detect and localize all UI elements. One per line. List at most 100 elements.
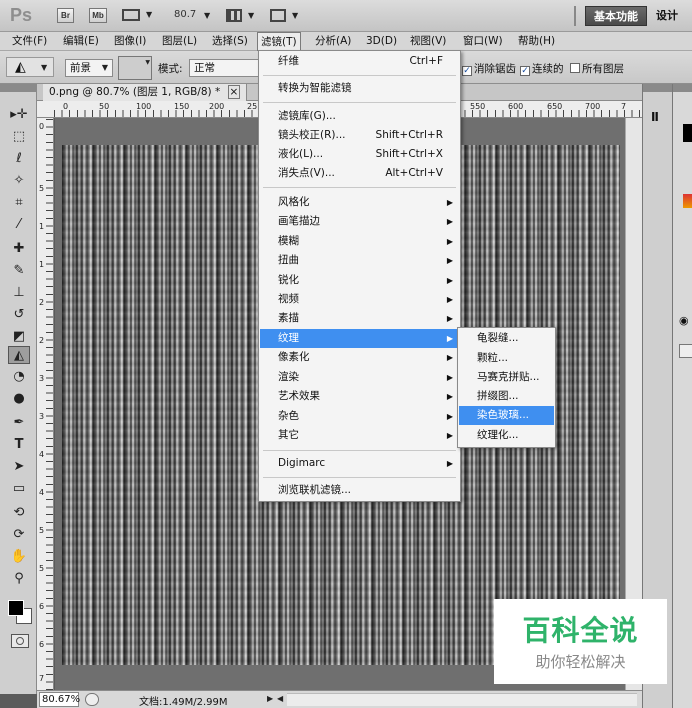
chevron-down-icon[interactable]: ▼ [204,11,210,20]
menu-item-render[interactable]: 渲染 ▶ [260,368,459,387]
zoom-tool-icon[interactable]: ⚲ [8,570,30,588]
history-brush-tool-icon[interactable]: ↺ [8,306,30,324]
menu-image[interactable]: 图像(I) [111,32,149,50]
menu-item-filter-gallery[interactable]: 滤镜库(G)... [260,107,459,126]
pen-tool-icon[interactable]: ✒ [8,414,30,432]
lasso-tool-icon[interactable]: ℓ [8,150,30,168]
view-extras-dropdown[interactable]: ▼ [122,7,156,24]
menu-item-label: 消失点(V)... [278,167,335,179]
menu-item-browse-filters-online[interactable]: 浏览联机滤镜... [260,481,459,500]
submenu-item-mosaic-tiles[interactable]: 马赛克拼贴... [459,368,554,387]
menu-item-stylize[interactable]: 风格化 ▶ [260,193,459,212]
zoom-field[interactable]: 80.67% [39,692,80,707]
chevron-left-icon[interactable]: ◀ [277,694,283,703]
quick-mask-icon[interactable] [11,634,29,648]
horizontal-scrollbar[interactable] [287,693,637,706]
menu-edit[interactable]: 编辑(E) [60,32,102,50]
brush-tool-icon[interactable]: ✎ [8,262,30,280]
ruler-tick: 6 [39,602,45,611]
texture-submenu: 龟裂缝... 颗粒... 马赛克拼贴... 拼缀图... 染色玻璃... 纹理化… [457,327,556,448]
workspace-essentials-button[interactable]: 基本功能 [585,6,647,26]
workspace-design-button[interactable]: 设计 [656,6,678,26]
hand-tool-icon[interactable]: ✋ [8,548,30,566]
eraser-tool-icon[interactable]: ◩ [8,328,30,346]
panel-header[interactable] [673,84,692,92]
menu-select[interactable]: 选择(S) [209,32,251,50]
arrange-documents-dropdown[interactable]: ▼ [226,8,256,24]
contiguous-option[interactable]: ✓ 连续的 [520,61,564,76]
type-tool-icon[interactable]: T [8,436,30,454]
submenu-item-stained-glass[interactable]: 染色玻璃... [459,406,554,425]
submenu-item-grain[interactable]: 颗粒... [459,349,554,368]
shape-tool-icon[interactable]: ▭ [8,480,30,498]
menu-item-distort[interactable]: 扭曲 ▶ [260,251,459,270]
menu-item-brush-strokes[interactable]: 画笔描边 ▶ [260,212,459,231]
crop-tool-icon[interactable]: ⌗ [8,194,30,212]
submenu-item-craquelure[interactable]: 龟裂缝... [459,329,554,348]
tool-preset-picker[interactable]: ◭ ▼ [6,57,54,77]
menu-window[interactable]: 窗口(W) [460,32,506,50]
all-layers-option[interactable]: 所有图层 [570,61,624,76]
menu-file[interactable]: 文件(F) [9,32,50,50]
screen-mode-dropdown[interactable]: ▼ [270,8,304,24]
submenu-arrow-icon: ▶ [446,392,453,401]
color-swatch[interactable] [683,124,692,142]
submenu-item-texturizer[interactable]: 纹理化... [459,426,554,445]
bridge-button[interactable]: Br [57,8,74,23]
menu-item-sharpen[interactable]: 锐化 ▶ [260,271,459,290]
menu-view[interactable]: 视图(V) [407,32,449,50]
path-selection-tool-icon[interactable]: ➤ [8,458,30,476]
menu-item-pixelate[interactable]: 像素化 ▶ [260,348,459,367]
panel-header[interactable] [0,84,37,92]
menu-analysis[interactable]: 分析(A) [312,32,354,50]
menu-item-convert-smart-filters[interactable]: 转换为智能滤镜 [260,79,459,98]
menu-item-liquify[interactable]: 液化(L)... Shift+Ctrl+X [260,145,459,164]
blur-tool-icon[interactable]: ◔ [8,368,30,386]
3d-rotate-tool-icon[interactable]: ⟲ [8,504,30,522]
history-panel-icon[interactable]: Ⅱ [651,110,659,124]
menu-item-vanishing-point[interactable]: 消失点(V)... Alt+Ctrl+V [260,164,459,183]
foreground-color-swatch[interactable] [8,600,24,616]
layer-input[interactable] [679,344,692,358]
menu-layer[interactable]: 图层(L) [159,32,200,50]
dodge-tool-icon[interactable]: ● [8,390,30,408]
marquee-tool-icon[interactable]: ⬚ [8,128,30,146]
menu-help[interactable]: 帮助(H) [515,32,558,50]
3d-orbit-tool-icon[interactable]: ⟳ [8,526,30,544]
panel-header[interactable] [643,84,673,92]
move-tool-icon[interactable]: ▸✛ [8,106,30,124]
close-icon[interactable]: × [227,85,241,99]
chevron-right-icon[interactable]: ▶ [267,694,273,703]
status-info-icon[interactable] [85,693,99,706]
submenu-item-patchwork[interactable]: 拼缀图... [459,387,554,406]
blend-mode-select[interactable]: 正常 [189,59,259,77]
menu-item-blur[interactable]: 模糊 ▶ [260,232,459,251]
stamp-tool-icon[interactable]: ⊥ [8,284,30,302]
menu-item-other[interactable]: 其它 ▶ [260,426,459,445]
eyedropper-tool-icon[interactable]: ⁄ [8,216,30,234]
menu-item-texture[interactable]: 纹理 ▶ [260,329,459,348]
fill-source-select[interactable]: 前景 ▼ [65,59,113,77]
healing-brush-tool-icon[interactable]: ✚ [8,240,30,258]
menu-item-lens-correction[interactable]: 镜头校正(R)... Shift+Ctrl+R [260,126,459,145]
paint-bucket-tool-icon[interactable]: ◭ [8,346,30,364]
antialias-checkbox[interactable]: ✓ [462,66,472,76]
menu-item-video[interactable]: 视频 ▶ [260,290,459,309]
menu-item-artistic[interactable]: 艺术效果 ▶ [260,387,459,406]
contiguous-checkbox[interactable]: ✓ [520,66,530,76]
mini-bridge-button[interactable]: Mb [89,8,107,23]
color-ramp[interactable] [683,194,692,208]
menu-item-noise[interactable]: 杂色 ▶ [260,407,459,426]
antialias-option[interactable]: ✓ 消除锯齿 [462,61,516,76]
magic-wand-tool-icon[interactable]: ✧ [8,172,30,190]
all-layers-checkbox[interactable] [570,63,580,73]
zoom-level[interactable]: 80.7 [174,9,196,20]
pattern-picker[interactable]: ▼ [118,56,152,80]
visibility-icon[interactable]: ◉ [679,314,692,327]
menu-3d[interactable]: 3D(D) [363,32,400,50]
menu-item-sketch[interactable]: 素描 ▶ [260,309,459,328]
document-tab[interactable]: 0.png @ 80.7% (图层 1, RGB/8) * × [43,84,248,101]
menu-item-fibers[interactable]: 纤维 Ctrl+F [260,52,459,71]
menu-item-digimarc[interactable]: Digimarc ▶ [260,454,459,473]
menu-filter[interactable]: 滤镜(T) [257,32,301,51]
